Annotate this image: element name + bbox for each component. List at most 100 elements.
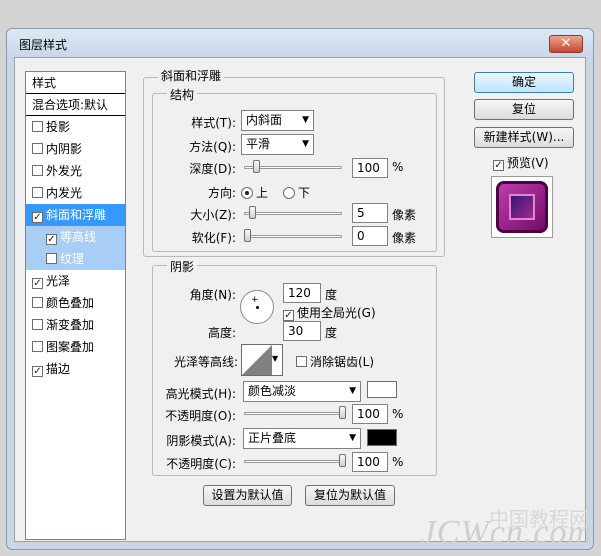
sidebar-item[interactable]: ✓ 光泽 bbox=[26, 270, 125, 292]
depth-slider-thumb[interactable] bbox=[253, 160, 261, 173]
angle-input[interactable]: 120 bbox=[283, 283, 321, 303]
angle-unit: 度 bbox=[325, 288, 338, 302]
highlight-opacity-thumb[interactable] bbox=[339, 406, 346, 419]
sidebar-item-label: 渐变叠加 bbox=[46, 318, 95, 332]
preview-inner-square bbox=[509, 194, 535, 220]
radio-icon bbox=[283, 187, 295, 199]
direction-up-option[interactable]: 上 bbox=[241, 184, 268, 201]
depth-label: 深度(D): bbox=[189, 162, 236, 176]
size-label: 大小(Z): bbox=[190, 208, 236, 222]
soften-slider-track[interactable] bbox=[244, 235, 342, 238]
sidebar-item[interactable]: 图案叠加 bbox=[26, 336, 125, 358]
new-style-button[interactable]: 新建样式(W)... bbox=[474, 127, 574, 148]
highlight-opacity-track[interactable] bbox=[244, 412, 346, 415]
highlight-opacity-input[interactable]: 100 bbox=[352, 404, 388, 424]
shadow-color-swatch[interactable] bbox=[367, 429, 397, 446]
sidebar-item-label: 颜色叠加 bbox=[46, 296, 95, 310]
altitude-unit: 度 bbox=[325, 326, 338, 340]
make-default-button[interactable]: 设置为默认值 bbox=[203, 485, 292, 506]
shadow-mode-select[interactable]: 正片叠底 ▼ bbox=[243, 428, 361, 449]
anti-alias-label: 消除锯齿(L) bbox=[310, 355, 375, 369]
depth-unit: % bbox=[392, 160, 404, 174]
radio-selected-icon bbox=[241, 187, 253, 199]
checkbox-icon[interactable] bbox=[46, 253, 57, 264]
style-select[interactable]: 内斜面 ▼ bbox=[241, 110, 314, 131]
sidebar-item[interactable]: 混合选项:默认 bbox=[26, 94, 125, 116]
reset-button[interactable]: 复位 bbox=[474, 99, 574, 120]
shadow-opacity-unit: % bbox=[392, 455, 404, 469]
shadow-opacity-input[interactable]: 100 bbox=[352, 452, 388, 472]
checkbox-checked-icon[interactable]: ✓ bbox=[32, 212, 43, 223]
technique-select[interactable]: 平滑 ▼ bbox=[241, 134, 314, 155]
sidebar-item[interactable]: 投影 bbox=[26, 116, 125, 138]
checkbox-icon[interactable] bbox=[32, 341, 43, 352]
style-list-header[interactable]: 样式 bbox=[26, 72, 125, 94]
size-input[interactable]: 5 bbox=[352, 203, 388, 223]
soften-input[interactable]: 0 bbox=[352, 226, 388, 246]
checkbox-icon[interactable] bbox=[32, 165, 43, 176]
global-light-option[interactable]: ✓ 使用全局光(G) bbox=[283, 304, 376, 321]
sidebar-item[interactable]: ✓ 描边 bbox=[26, 358, 125, 380]
highlight-mode-select[interactable]: 颜色减淡 ▼ bbox=[243, 381, 361, 402]
title-bar[interactable]: 图层样式 ✕ bbox=[6, 28, 594, 58]
soften-label: 软化(F): bbox=[191, 231, 236, 245]
shadow-opacity-label: 不透明度(C): bbox=[166, 457, 236, 471]
chevron-down-icon: ▼ bbox=[302, 139, 309, 149]
sidebar-item-label: 图案叠加 bbox=[46, 340, 95, 354]
close-button[interactable]: ✕ bbox=[549, 35, 583, 53]
highlight-mode-value: 颜色减淡 bbox=[248, 384, 297, 398]
direction-label: 方向: bbox=[207, 186, 236, 200]
soften-slider-thumb[interactable] bbox=[244, 229, 251, 242]
checkbox-icon[interactable] bbox=[32, 297, 43, 308]
checkbox-icon[interactable] bbox=[32, 143, 43, 154]
checkbox-checked-icon[interactable]: ✓ bbox=[32, 366, 43, 377]
checkbox-checked-icon[interactable]: ✓ bbox=[46, 234, 57, 245]
sidebar-item-label: 纹理 bbox=[60, 252, 85, 266]
altitude-label: 高度: bbox=[207, 326, 236, 340]
sidebar-item[interactable]: 颜色叠加 bbox=[26, 292, 125, 314]
size-slider-thumb[interactable] bbox=[248, 206, 256, 219]
checkbox-checked-icon: ✓ bbox=[283, 310, 294, 321]
direction-down-label: 下 bbox=[298, 186, 311, 200]
sidebar-item[interactable]: 外发光 bbox=[26, 160, 125, 182]
highlight-mode-label: 高光模式(H): bbox=[165, 387, 236, 401]
sidebar-item[interactable]: 内阴影 bbox=[26, 138, 125, 160]
sidebar-item[interactable]: 纹理 bbox=[26, 248, 125, 270]
shadow-opacity-thumb[interactable] bbox=[339, 454, 346, 467]
checkbox-icon[interactable] bbox=[32, 187, 43, 198]
style-label: 样式(T): bbox=[191, 116, 236, 130]
reset-default-button[interactable]: 复位为默认值 bbox=[305, 485, 395, 506]
ok-button[interactable]: 确定 bbox=[474, 72, 574, 93]
checkbox-icon[interactable] bbox=[32, 319, 43, 330]
chevron-down-icon: ▼ bbox=[349, 433, 356, 443]
anti-alias-option[interactable]: 消除锯齿(L) bbox=[296, 353, 374, 370]
sidebar-item-label: 外发光 bbox=[46, 164, 83, 178]
checkbox-checked-icon[interactable]: ✓ bbox=[32, 278, 43, 289]
shading-title: 阴影 bbox=[167, 258, 198, 275]
watermark-logo: JCWcn.com bbox=[420, 514, 593, 551]
gloss-contour-picker[interactable]: ▼ bbox=[241, 344, 283, 376]
shadow-mode-value: 正片叠底 bbox=[248, 431, 297, 445]
altitude-input[interactable]: 30 bbox=[283, 321, 321, 341]
highlight-color-swatch[interactable] bbox=[367, 381, 397, 398]
global-light-label: 使用全局光(G) bbox=[297, 306, 376, 320]
technique-label: 方法(Q): bbox=[189, 140, 236, 154]
sidebar-item[interactable]: ✓ 斜面和浮雕 bbox=[26, 204, 125, 226]
sidebar-item-label: 投影 bbox=[46, 120, 71, 134]
direction-down-option[interactable]: 下 bbox=[283, 184, 310, 201]
sidebar-item-label: 内发光 bbox=[46, 186, 83, 200]
dial-center-dot bbox=[256, 306, 259, 309]
size-unit: 像素 bbox=[392, 208, 417, 222]
shadow-opacity-track[interactable] bbox=[244, 460, 346, 463]
sidebar-item[interactable]: 内发光 bbox=[26, 182, 125, 204]
soften-unit: 像素 bbox=[392, 231, 417, 245]
angle-dial[interactable]: + bbox=[240, 290, 274, 324]
checkbox-checked-icon: ✓ bbox=[493, 160, 504, 171]
sidebar-item[interactable]: ✓ 等高线 bbox=[26, 226, 125, 248]
structure-title: 结构 bbox=[167, 86, 198, 103]
depth-input[interactable]: 100 bbox=[352, 158, 388, 178]
preview-option[interactable]: ✓ 预览(V) bbox=[493, 154, 549, 171]
sidebar-item[interactable]: 渐变叠加 bbox=[26, 314, 125, 336]
checkbox-icon[interactable] bbox=[32, 121, 43, 132]
size-slider-track[interactable] bbox=[244, 212, 342, 215]
